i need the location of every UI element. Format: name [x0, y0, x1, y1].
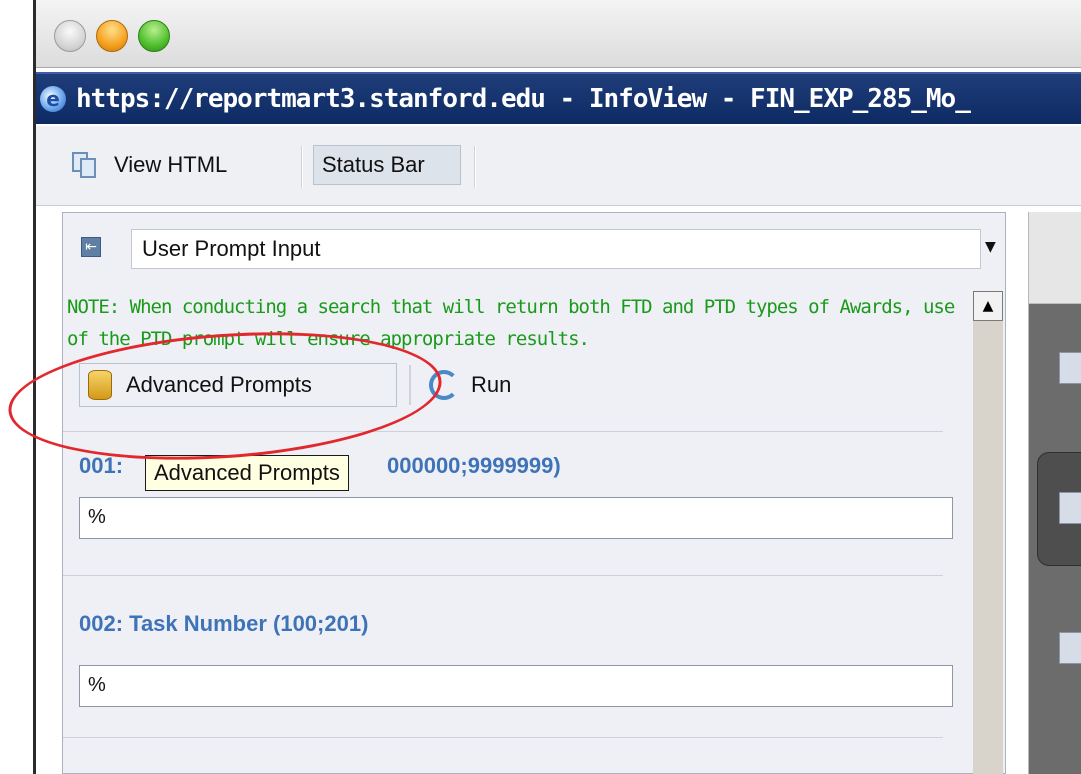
ie-icon: e [40, 86, 66, 112]
right-panel-top [1029, 212, 1081, 304]
scrollbar-track[interactable] [973, 321, 1003, 774]
pages-icon [72, 150, 102, 180]
advanced-prompts-tooltip: Advanced Prompts [145, 455, 349, 491]
prompt-mode-select[interactable]: User Prompt Input [131, 229, 981, 269]
scroll-up-button[interactable]: ▲ [973, 291, 1003, 321]
prompt-label-001: 001: 000000;9999999) [79, 453, 561, 479]
prompt-input-001-value: % [88, 506, 106, 528]
run-button[interactable]: Run [429, 363, 511, 407]
toolbar-separator [474, 146, 476, 188]
close-window-button[interactable] [54, 20, 86, 52]
prompt-input-002[interactable]: % [79, 665, 953, 707]
right-navigation-panel [1028, 212, 1081, 774]
browser-title: https://reportmart3.stanford.edu - InfoV… [76, 84, 971, 114]
run-label: Run [471, 372, 512, 397]
prompt-panel: ⇤ User Prompt Input ▼ NOTE: When conduct… [62, 212, 1006, 774]
section-divider [63, 737, 943, 738]
prompt-action-row: Advanced Prompts Run [79, 361, 959, 411]
mac-window-titlebar [36, 0, 1081, 68]
minimize-window-button[interactable] [96, 20, 128, 52]
prompt-label-001-suffix: 000000;9999999) [387, 453, 561, 478]
toolbar: View HTML Status Bar [36, 126, 1081, 206]
toolbar-separator [301, 146, 303, 188]
database-icon [88, 370, 112, 400]
prompt-label-001-prefix: 001: [79, 453, 124, 478]
view-html-label: View HTML [114, 152, 228, 177]
status-bar-label: Status Bar [322, 152, 425, 177]
prompt-label-002: 002: Task Number (100;201) [79, 611, 369, 636]
search-note: NOTE: When conducting a search that will… [67, 296, 955, 350]
view-html-button[interactable]: View HTML [72, 145, 227, 185]
collapse-panel-icon[interactable]: ⇤ [81, 237, 101, 257]
action-separator [409, 365, 411, 405]
advanced-prompts-button[interactable]: Advanced Prompts [79, 363, 397, 407]
prompt-input-002-value: % [88, 674, 106, 696]
chevron-down-icon[interactable]: ▼ [985, 239, 996, 255]
lock-icon[interactable] [1059, 632, 1081, 664]
section-divider [63, 575, 943, 576]
prompt-mode-value: User Prompt Input [142, 236, 321, 261]
browser-titlebar: e https://reportmart3.stanford.edu - Inf… [36, 72, 1081, 124]
maximize-window-button[interactable] [138, 20, 170, 52]
report-icon[interactable] [1059, 492, 1081, 524]
refresh-icon [429, 370, 459, 400]
left-gutter [0, 0, 36, 774]
section-divider [63, 431, 943, 432]
status-bar-button[interactable]: Status Bar [313, 145, 461, 185]
panel-header: ⇤ User Prompt Input ▼ [63, 213, 1005, 283]
prompt-input-001[interactable]: % [79, 497, 953, 539]
document-icon[interactable] [1059, 352, 1081, 384]
advanced-prompts-label: Advanced Prompts [126, 372, 312, 397]
